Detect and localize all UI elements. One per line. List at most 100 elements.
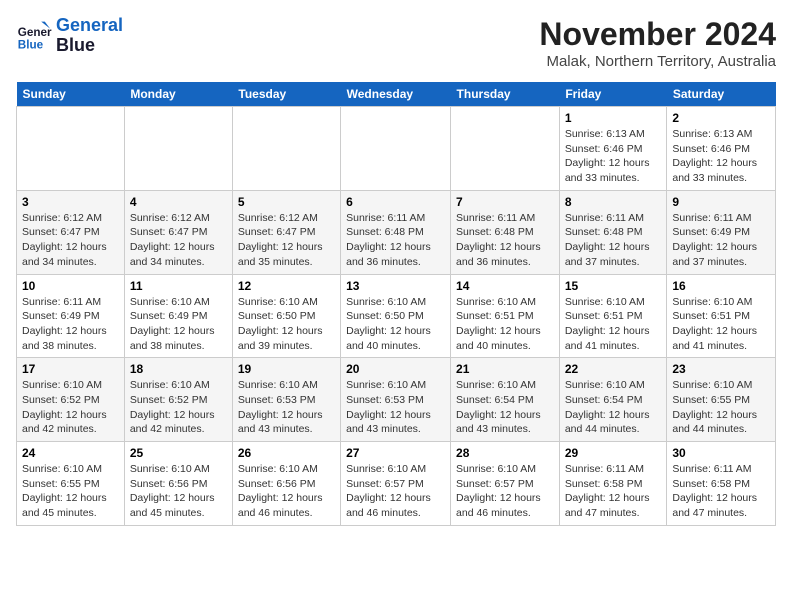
day-number: 16 bbox=[672, 279, 770, 293]
calendar-header-row: SundayMondayTuesdayWednesdayThursdayFrid… bbox=[17, 82, 776, 107]
calendar-header-wednesday: Wednesday bbox=[341, 82, 451, 107]
day-number: 21 bbox=[456, 362, 554, 376]
day-info: Sunrise: 6:11 AMSunset: 6:49 PMDaylight:… bbox=[672, 211, 770, 270]
calendar-cell: 4 Sunrise: 6:12 AMSunset: 6:47 PMDaylight… bbox=[124, 190, 232, 274]
calendar-cell bbox=[341, 107, 451, 191]
calendar-cell bbox=[451, 107, 560, 191]
day-number: 22 bbox=[565, 362, 662, 376]
calendar-cell: 24 Sunrise: 6:10 AMSunset: 6:55 PMDayligh… bbox=[17, 442, 125, 526]
day-number: 29 bbox=[565, 446, 662, 460]
day-info: Sunrise: 6:10 AMSunset: 6:51 PMDaylight:… bbox=[565, 295, 662, 354]
day-info: Sunrise: 6:10 AMSunset: 6:53 PMDaylight:… bbox=[346, 378, 445, 437]
day-info: Sunrise: 6:10 AMSunset: 6:56 PMDaylight:… bbox=[238, 462, 335, 521]
day-info: Sunrise: 6:11 AMSunset: 6:49 PMDaylight:… bbox=[22, 295, 119, 354]
day-number: 8 bbox=[565, 195, 662, 209]
calendar-header-tuesday: Tuesday bbox=[232, 82, 340, 107]
day-info: Sunrise: 6:10 AMSunset: 6:56 PMDaylight:… bbox=[130, 462, 227, 521]
day-info: Sunrise: 6:11 AMSunset: 6:48 PMDaylight:… bbox=[346, 211, 445, 270]
day-info: Sunrise: 6:11 AMSunset: 6:58 PMDaylight:… bbox=[672, 462, 770, 521]
day-number: 10 bbox=[22, 279, 119, 293]
calendar-cell: 14Sunrise: 6:10 AMSunset: 6:51 PMDayligh… bbox=[451, 274, 560, 358]
calendar-header-friday: Friday bbox=[559, 82, 667, 107]
day-number: 3 bbox=[22, 195, 119, 209]
day-number: 17 bbox=[22, 362, 119, 376]
calendar-header-saturday: Saturday bbox=[667, 82, 776, 107]
page-header: General Blue GeneralBlue November 2024 M… bbox=[16, 16, 776, 70]
day-info: Sunrise: 6:11 AMSunset: 6:58 PMDaylight:… bbox=[565, 462, 662, 521]
location-title: Malak, Northern Territory, Australia bbox=[539, 53, 776, 70]
calendar-cell: 2 Sunrise: 6:13 AMSunset: 6:46 PMDaylight… bbox=[667, 107, 776, 191]
calendar-week-row: 24 Sunrise: 6:10 AMSunset: 6:55 PMDayligh… bbox=[17, 442, 776, 526]
calendar-cell: 28Sunrise: 6:10 AMSunset: 6:57 PMDayligh… bbox=[451, 442, 560, 526]
day-info: Sunrise: 6:13 AMSunset: 6:46 PMDaylight:… bbox=[672, 127, 770, 186]
calendar-cell: 3 Sunrise: 6:12 AMSunset: 6:47 PMDaylight… bbox=[17, 190, 125, 274]
day-info: Sunrise: 6:11 AMSunset: 6:48 PMDaylight:… bbox=[565, 211, 662, 270]
day-info: Sunrise: 6:10 AMSunset: 6:50 PMDaylight:… bbox=[238, 295, 335, 354]
day-info: Sunrise: 6:10 AMSunset: 6:52 PMDaylight:… bbox=[22, 378, 119, 437]
day-info: Sunrise: 6:12 AMSunset: 6:47 PMDaylight:… bbox=[130, 211, 227, 270]
day-info: Sunrise: 6:10 AMSunset: 6:54 PMDaylight:… bbox=[565, 378, 662, 437]
calendar-cell: 20Sunrise: 6:10 AMSunset: 6:53 PMDayligh… bbox=[341, 358, 451, 442]
calendar-week-row: 3 Sunrise: 6:12 AMSunset: 6:47 PMDaylight… bbox=[17, 190, 776, 274]
day-info: Sunrise: 6:10 AMSunset: 6:51 PMDaylight:… bbox=[672, 295, 770, 354]
day-number: 26 bbox=[238, 446, 335, 460]
calendar-week-row: 1 Sunrise: 6:13 AMSunset: 6:46 PMDaylight… bbox=[17, 107, 776, 191]
day-number: 6 bbox=[346, 195, 445, 209]
day-info: Sunrise: 6:10 AMSunset: 6:51 PMDaylight:… bbox=[456, 295, 554, 354]
day-info: Sunrise: 6:10 AMSunset: 6:53 PMDaylight:… bbox=[238, 378, 335, 437]
day-info: Sunrise: 6:10 AMSunset: 6:55 PMDaylight:… bbox=[672, 378, 770, 437]
calendar-cell: 19 Sunrise: 6:10 AMSunset: 6:53 PMDayligh… bbox=[232, 358, 340, 442]
calendar-cell: 8 Sunrise: 6:11 AMSunset: 6:48 PMDaylight… bbox=[559, 190, 667, 274]
month-title: November 2024 bbox=[539, 16, 776, 53]
day-info: Sunrise: 6:10 AMSunset: 6:57 PMDaylight:… bbox=[346, 462, 445, 521]
calendar-cell: 29 Sunrise: 6:11 AMSunset: 6:58 PMDayligh… bbox=[559, 442, 667, 526]
calendar-cell bbox=[124, 107, 232, 191]
day-number: 27 bbox=[346, 446, 445, 460]
logo-icon: General Blue bbox=[16, 18, 52, 54]
day-info: Sunrise: 6:13 AMSunset: 6:46 PMDaylight:… bbox=[565, 127, 662, 186]
calendar-cell: 5Sunrise: 6:12 AMSunset: 6:47 PMDaylight… bbox=[232, 190, 340, 274]
calendar-cell: 6 Sunrise: 6:11 AMSunset: 6:48 PMDaylight… bbox=[341, 190, 451, 274]
calendar-cell bbox=[17, 107, 125, 191]
title-block: November 2024 Malak, Northern Territory,… bbox=[539, 16, 776, 70]
calendar-cell: 9Sunrise: 6:11 AMSunset: 6:49 PMDaylight… bbox=[667, 190, 776, 274]
day-number: 15 bbox=[565, 279, 662, 293]
calendar-week-row: 17 Sunrise: 6:10 AMSunset: 6:52 PMDayligh… bbox=[17, 358, 776, 442]
calendar-header-monday: Monday bbox=[124, 82, 232, 107]
calendar-cell: 15 Sunrise: 6:10 AMSunset: 6:51 PMDayligh… bbox=[559, 274, 667, 358]
calendar-cell: 18 Sunrise: 6:10 AMSunset: 6:52 PMDayligh… bbox=[124, 358, 232, 442]
day-info: Sunrise: 6:10 AMSunset: 6:50 PMDaylight:… bbox=[346, 295, 445, 354]
day-number: 23 bbox=[672, 362, 770, 376]
day-number: 25 bbox=[130, 446, 227, 460]
calendar-cell: 17 Sunrise: 6:10 AMSunset: 6:52 PMDayligh… bbox=[17, 358, 125, 442]
svg-text:Blue: Blue bbox=[18, 38, 44, 51]
day-info: Sunrise: 6:10 AMSunset: 6:55 PMDaylight:… bbox=[22, 462, 119, 521]
calendar-week-row: 10 Sunrise: 6:11 AMSunset: 6:49 PMDayligh… bbox=[17, 274, 776, 358]
calendar-cell: 23 Sunrise: 6:10 AMSunset: 6:55 PMDayligh… bbox=[667, 358, 776, 442]
calendar-header-sunday: Sunday bbox=[17, 82, 125, 107]
calendar-cell: 7Sunrise: 6:11 AMSunset: 6:48 PMDaylight… bbox=[451, 190, 560, 274]
svg-text:General: General bbox=[18, 26, 52, 39]
day-number: 28 bbox=[456, 446, 554, 460]
day-number: 4 bbox=[130, 195, 227, 209]
day-number: 19 bbox=[238, 362, 335, 376]
logo: General Blue GeneralBlue bbox=[16, 16, 123, 56]
day-number: 30 bbox=[672, 446, 770, 460]
calendar-cell: 21Sunrise: 6:10 AMSunset: 6:54 PMDayligh… bbox=[451, 358, 560, 442]
calendar-cell: 27 Sunrise: 6:10 AMSunset: 6:57 PMDayligh… bbox=[341, 442, 451, 526]
day-info: Sunrise: 6:12 AMSunset: 6:47 PMDaylight:… bbox=[238, 211, 335, 270]
day-info: Sunrise: 6:12 AMSunset: 6:47 PMDaylight:… bbox=[22, 211, 119, 270]
calendar-cell: 26 Sunrise: 6:10 AMSunset: 6:56 PMDayligh… bbox=[232, 442, 340, 526]
day-number: 7 bbox=[456, 195, 554, 209]
calendar-cell: 10 Sunrise: 6:11 AMSunset: 6:49 PMDayligh… bbox=[17, 274, 125, 358]
day-info: Sunrise: 6:10 AMSunset: 6:52 PMDaylight:… bbox=[130, 378, 227, 437]
day-number: 2 bbox=[672, 111, 770, 125]
calendar-cell: 12Sunrise: 6:10 AMSunset: 6:50 PMDayligh… bbox=[232, 274, 340, 358]
day-number: 24 bbox=[22, 446, 119, 460]
calendar-header-thursday: Thursday bbox=[451, 82, 560, 107]
day-number: 18 bbox=[130, 362, 227, 376]
calendar-cell: 25 Sunrise: 6:10 AMSunset: 6:56 PMDayligh… bbox=[124, 442, 232, 526]
logo-text: GeneralBlue bbox=[56, 16, 123, 56]
day-number: 1 bbox=[565, 111, 662, 125]
calendar-cell: 30 Sunrise: 6:11 AMSunset: 6:58 PMDayligh… bbox=[667, 442, 776, 526]
